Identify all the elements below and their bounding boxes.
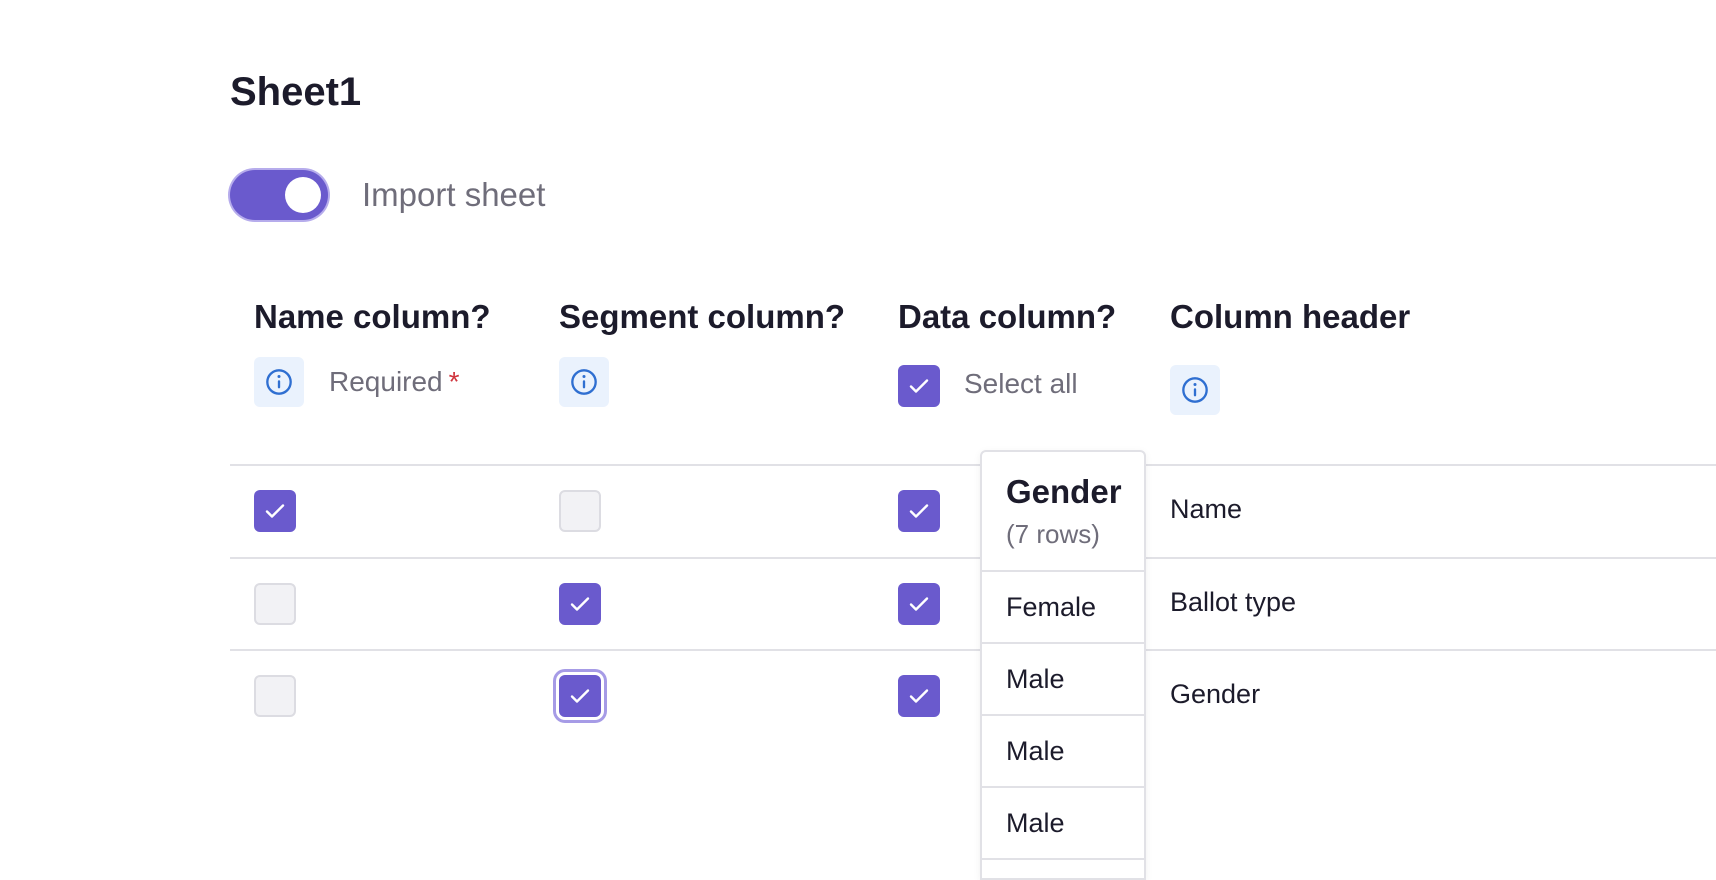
row-1-segment-checkbox[interactable] [559, 490, 601, 532]
row-2-segment-checkbox[interactable] [559, 583, 601, 625]
check-icon [570, 597, 590, 611]
row-3-column-header: Gender [1170, 679, 1261, 709]
row-1-data-checkbox[interactable] [898, 490, 940, 532]
info-icon [571, 369, 597, 395]
row-3-segment-checkbox[interactable] [559, 675, 601, 717]
row-2-data-checkbox[interactable] [898, 583, 940, 625]
row-1-column-header: Name [1170, 494, 1243, 524]
select-all-label: Select all [964, 368, 1078, 399]
name-column-header: Name column? [254, 298, 491, 335]
preview-value: Male [982, 788, 1144, 860]
check-icon [909, 597, 929, 611]
row-3-data-checkbox[interactable] [898, 675, 940, 717]
check-icon [570, 689, 590, 703]
row-1-name-checkbox[interactable] [254, 490, 296, 532]
preview-value: Male [982, 716, 1144, 788]
preview-value: Female [982, 572, 1144, 644]
info-icon [1182, 377, 1208, 403]
column-header-header: Column header [1170, 298, 1411, 335]
row-divider [230, 557, 1716, 559]
toggle-knob [285, 177, 321, 213]
select-all-checkbox[interactable] [898, 365, 940, 407]
row-divider [230, 464, 1716, 466]
sheet-title: Sheet1 [230, 70, 362, 114]
segment-column-header: Segment column? [559, 298, 846, 335]
row-3-name-checkbox[interactable] [254, 675, 296, 717]
row-2-name-checkbox[interactable] [254, 583, 296, 625]
column-header-info-button[interactable] [1170, 365, 1220, 415]
preview-row-count: (7 rows) [1006, 519, 1100, 549]
preview-header: Gender (7 rows) [982, 452, 1144, 572]
check-icon [909, 379, 929, 393]
import-sheet-toggle[interactable] [230, 170, 328, 220]
required-label: Required * [329, 366, 460, 397]
import-sheet-label: Import sheet [362, 176, 546, 213]
row-2-column-header: Ballot type [1170, 587, 1297, 617]
preview-value: Male [982, 644, 1144, 716]
segment-column-info-button[interactable] [559, 357, 609, 407]
required-star: * [448, 366, 460, 397]
check-icon [265, 504, 285, 518]
check-icon [909, 504, 929, 518]
data-column-header: Data column? [898, 298, 1117, 335]
info-icon [266, 369, 292, 395]
preview-title: Gender [1006, 473, 1122, 510]
column-preview-popover: Gender (7 rows) Female Male Male Male [980, 450, 1146, 880]
name-column-info-button[interactable] [254, 357, 304, 407]
check-icon [909, 689, 929, 703]
row-divider [230, 649, 1716, 651]
